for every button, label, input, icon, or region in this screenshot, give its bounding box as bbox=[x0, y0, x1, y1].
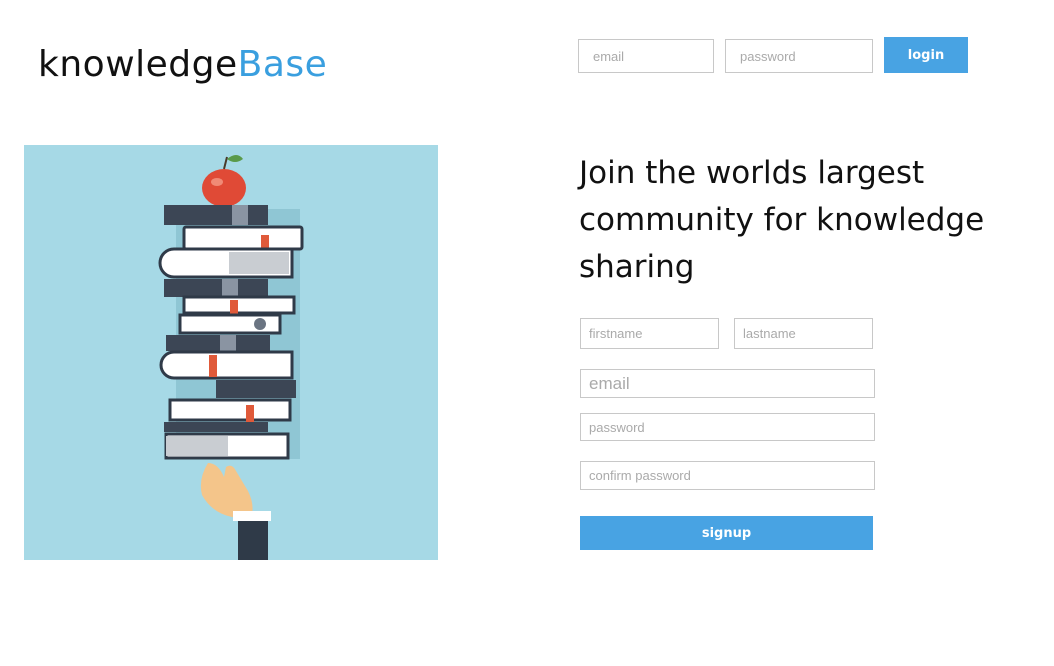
header-login-form: login bbox=[578, 37, 968, 73]
hand-icon bbox=[200, 463, 271, 560]
signup-button[interactable]: signup bbox=[580, 516, 873, 550]
hero-illustration bbox=[24, 145, 438, 560]
header-password-input[interactable] bbox=[725, 39, 873, 73]
login-button[interactable]: login bbox=[884, 37, 968, 73]
confirm-password-input[interactable] bbox=[580, 461, 875, 490]
signup-email-input[interactable] bbox=[580, 369, 875, 398]
books-stack-illustration bbox=[158, 155, 304, 560]
apple-icon bbox=[202, 155, 246, 207]
name-row bbox=[580, 318, 876, 349]
logo-text-prefix: knowledge bbox=[38, 44, 238, 85]
logo-text-accent: Base bbox=[237, 44, 328, 85]
signup-password-input[interactable] bbox=[580, 413, 875, 441]
lastname-input[interactable] bbox=[734, 318, 873, 349]
signup-form: signup bbox=[580, 318, 876, 550]
site-logo[interactable]: knowledgeBase bbox=[38, 44, 327, 85]
header-email-input[interactable] bbox=[578, 39, 714, 73]
firstname-input[interactable] bbox=[580, 318, 719, 349]
page-headline: Join the worlds largest community for kn… bbox=[579, 155, 985, 285]
